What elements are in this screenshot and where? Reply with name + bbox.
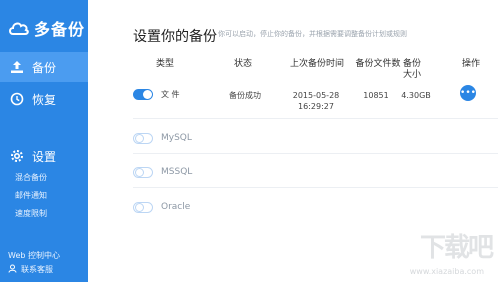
web-console-label: Web 控制中心: [8, 251, 60, 260]
row-last-clock: 16:29:27: [298, 102, 334, 111]
contact-label: 联系客服: [21, 265, 53, 274]
sidebar-item-label: 备份: [32, 60, 57, 75]
toggle-file-backup[interactable]: [133, 89, 153, 100]
sidebar-subitem-email-notify[interactable]: 邮件通知: [15, 190, 47, 201]
app-name: 多备份: [34, 20, 86, 39]
col-header-action: 操作: [461, 59, 480, 69]
upload-icon: [10, 60, 24, 74]
toggle-knob: [135, 203, 144, 212]
toggle-knob: [143, 90, 152, 99]
sidebar-item-label: 恢复: [32, 92, 57, 107]
sidebar: 多备份 备份 恢复 设置 混合备份 邮件通知 速度限制 Web 控制中心 联系客…: [0, 0, 88, 282]
toggle-knob: [135, 168, 144, 177]
row-divider: [133, 118, 498, 119]
row-size: 4.30GB: [401, 91, 431, 100]
row-type-label: Oracle: [161, 202, 191, 212]
row-status: 备份成功: [229, 91, 261, 100]
sidebar-subitem-hybrid-backup[interactable]: 混合备份: [15, 172, 47, 183]
col-header-type: 类型: [155, 59, 174, 69]
sidebar-item-backup[interactable]: 备份: [0, 52, 88, 82]
contact-support-link[interactable]: 联系客服: [8, 264, 53, 275]
col-header-last-time: 上次备份时间: [289, 59, 344, 69]
toggle-knob: [135, 134, 144, 143]
cloud-logo-icon: [9, 22, 29, 35]
app-logo: 多备份: [8, 15, 85, 41]
sidebar-item-settings[interactable]: 设置: [0, 141, 88, 171]
sidebar-item-restore[interactable]: 恢复: [0, 84, 88, 114]
row-divider: [133, 187, 498, 188]
gear-icon: [10, 149, 24, 163]
col-header-status: 状态: [233, 59, 252, 69]
row-type-label: MySQL: [161, 133, 192, 143]
toggle-mssql-backup[interactable]: [133, 167, 153, 178]
page-title: 设置你的备份: [133, 29, 217, 45]
row-type-label: 文 件: [161, 90, 180, 99]
col-header-file-count: 备份文件数: [355, 59, 401, 69]
toggle-oracle-backup[interactable]: [133, 202, 153, 213]
row-file-count: 10851: [363, 91, 389, 100]
main-panel: 设置你的备份 你可以启动，停止你的备份，并根据需要调整备份计划或规则 类型 状态…: [88, 0, 500, 282]
row-last-date: 2015-05-28: [292, 91, 340, 100]
row-divider: [133, 153, 498, 154]
watermark-logo: 下载吧: [419, 233, 494, 263]
col-header-size: 备份大小: [402, 59, 421, 80]
sidebar-item-label: 设置: [32, 149, 57, 164]
toggle-mysql-backup[interactable]: [133, 133, 153, 144]
history-icon: [10, 92, 24, 106]
page-subtitle: 你可以启动，停止你的备份，并根据需要调整备份计划或规则: [218, 30, 407, 38]
watermark-url: www.xiazaiba.com: [409, 267, 484, 276]
more-dots-icon[interactable]: •••: [460, 85, 476, 101]
user-icon: [8, 264, 17, 275]
web-console-link[interactable]: Web 控制中心: [8, 250, 60, 261]
row-type-label: MSSQL: [161, 167, 193, 177]
sidebar-subitem-speed-limit[interactable]: 速度限制: [15, 208, 47, 219]
